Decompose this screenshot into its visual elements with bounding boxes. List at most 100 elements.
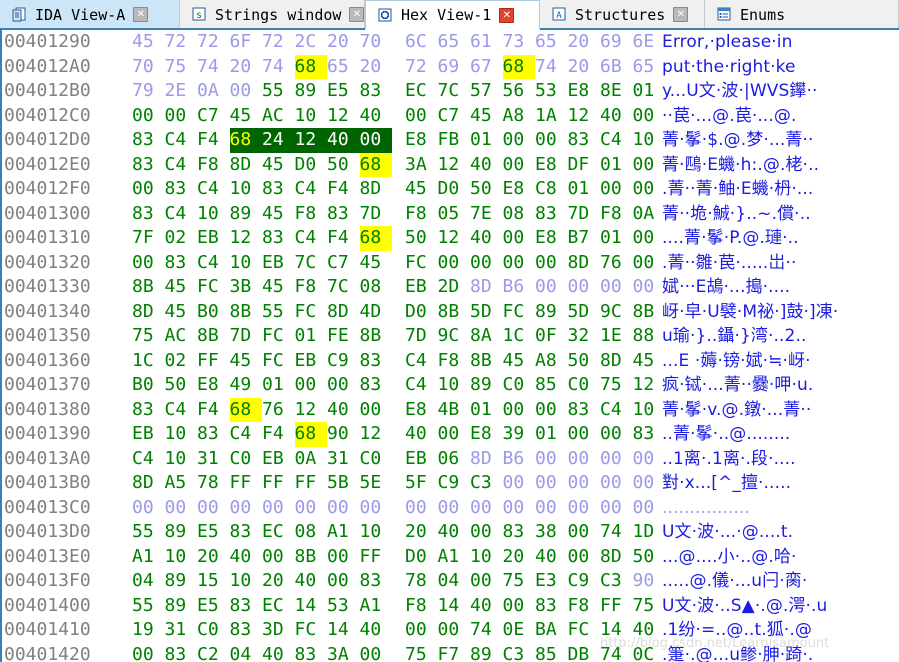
hex-byte[interactable]: 00	[327, 545, 360, 570]
hex-byte[interactable]: 01	[470, 398, 503, 423]
hex-byte[interactable]: C4	[405, 373, 438, 398]
hex-byte[interactable]: E8	[405, 128, 438, 153]
hex-byte[interactable]: D0	[405, 545, 438, 570]
close-icon[interactable]: ✕	[499, 7, 515, 23]
hex-byte[interactable]: 00	[633, 496, 666, 521]
hex-byte[interactable]: 12	[294, 128, 327, 153]
hex-byte[interactable]: 3D	[262, 618, 295, 643]
hex-byte[interactable]: 76	[600, 251, 633, 276]
hex-byte[interactable]: 83	[568, 398, 601, 423]
hex-byte[interactable]: 01	[470, 128, 503, 153]
hex-byte[interactable]: 73	[503, 30, 536, 55]
hex-byte[interactable]: 31	[165, 618, 198, 643]
hex-byte[interactable]: 83	[197, 422, 230, 447]
hex-byte[interactable]: 1D	[633, 520, 666, 545]
hex-byte[interactable]: 00	[405, 496, 438, 521]
hex-byte[interactable]: 14	[438, 594, 471, 619]
hex-byte[interactable]: 8B	[230, 300, 263, 325]
hex-byte[interactable]: 00	[503, 496, 536, 521]
hex-byte[interactable]: 00	[535, 471, 568, 496]
hex-byte[interactable]: C9	[438, 471, 471, 496]
hex-byte[interactable]: 40	[535, 545, 568, 570]
hex-byte[interactable]: 40	[470, 153, 503, 178]
hex-byte[interactable]: AC	[262, 104, 295, 129]
hex-byte[interactable]: 00	[360, 398, 393, 423]
hex-byte[interactable]: 40	[600, 104, 633, 129]
hex-byte[interactable]: 75	[633, 594, 666, 619]
hex-byte[interactable]: EB	[197, 226, 230, 251]
hex-byte[interactable]: 83	[132, 398, 165, 423]
hex-row[interactable]: 00401300 83 C4 10 89 45 F8 83 7D F8 05 7E 08 83 7D F8 0A…	[4, 202, 838, 227]
hex-byte[interactable]: 10	[197, 202, 230, 227]
hex-byte[interactable]: FB	[438, 128, 471, 153]
hex-byte[interactable]: 0A	[295, 447, 328, 472]
hex-byte[interactable]: 00	[535, 251, 568, 276]
hex-byte[interactable]: 8B	[633, 300, 666, 325]
hex-byte[interactable]: 8E	[600, 79, 633, 104]
hex-row[interactable]: 00401400 55 89 E5 83 EC 14 53 A1 F8 14 40 00 83 F8 FF 75…	[4, 594, 838, 619]
hex-byte[interactable]: FC	[405, 251, 438, 276]
hex-byte[interactable]: 20	[197, 545, 230, 570]
hex-byte[interactable]: 3A	[405, 153, 438, 178]
hex-byte[interactable]: 00	[470, 251, 503, 276]
hex-byte[interactable]: 45	[165, 300, 198, 325]
hex-byte[interactable]: 68	[294, 54, 327, 79]
hex-byte[interactable]: 74	[262, 55, 295, 80]
hex-byte[interactable]: F8	[405, 202, 438, 227]
hex-byte[interactable]: FF	[197, 349, 230, 374]
hex-byte[interactable]: C0	[503, 373, 536, 398]
hex-byte[interactable]: 0E	[503, 618, 536, 643]
hex-byte[interactable]: C4	[600, 398, 633, 423]
hex-byte[interactable]: 8B	[360, 324, 393, 349]
hex-byte[interactable]: 50	[633, 545, 666, 570]
hex-byte[interactable]: 85	[535, 373, 568, 398]
hex-byte[interactable]: 40	[405, 422, 438, 447]
hex-byte[interactable]: 65	[535, 30, 568, 55]
hex-byte[interactable]: 89	[165, 594, 198, 619]
hex-byte[interactable]: 00	[503, 251, 536, 276]
hex-byte[interactable]: A8	[535, 349, 568, 374]
hex-byte[interactable]: 78	[197, 471, 230, 496]
hex-byte[interactable]: 83	[360, 373, 393, 398]
hex-byte[interactable]: 83	[262, 177, 295, 202]
hex-byte[interactable]: 53	[535, 79, 568, 104]
hex-byte[interactable]: 76	[262, 398, 295, 423]
hex-byte[interactable]: 56	[503, 79, 536, 104]
hex-byte[interactable]: 7C	[327, 275, 360, 300]
hex-byte[interactable]: DB	[568, 643, 601, 662]
hex-byte[interactable]: 00	[470, 520, 503, 545]
hex-byte[interactable]: 00	[132, 496, 165, 521]
hex-byte[interactable]: FF	[295, 471, 328, 496]
hex-byte[interactable]: EC	[405, 79, 438, 104]
hex-byte[interactable]: 10	[360, 520, 393, 545]
hex-byte[interactable]: FC	[568, 618, 601, 643]
hex-byte[interactable]: 00	[503, 226, 536, 251]
hex-byte[interactable]: 70	[360, 30, 393, 55]
hex-byte[interactable]: 12	[568, 104, 601, 129]
hex-byte[interactable]: 00	[600, 177, 633, 202]
hex-byte[interactable]: 12	[327, 104, 360, 129]
hex-byte[interactable]: BA	[535, 618, 568, 643]
hex-byte[interactable]: FC	[503, 300, 536, 325]
hex-byte[interactable]: 40	[327, 128, 360, 153]
hex-byte[interactable]: A1	[327, 520, 360, 545]
hex-row[interactable]: 004013A0 C4 10 31 C0 EB 0A 31 C0 EB 06 8D B6 00 00 00 00…	[4, 447, 838, 472]
hex-byte[interactable]: 83	[132, 128, 165, 153]
hex-byte[interactable]: E5	[327, 79, 360, 104]
hex-byte[interactable]: 3B	[230, 275, 263, 300]
hex-byte[interactable]: 20	[360, 55, 393, 80]
hex-byte[interactable]: C4	[295, 177, 328, 202]
hex-byte[interactable]: E8	[503, 177, 536, 202]
hex-byte[interactable]: 8B	[132, 275, 165, 300]
hex-byte[interactable]: 83	[165, 643, 198, 662]
hex-byte[interactable]: 55	[262, 79, 295, 104]
hex-byte[interactable]: 83	[132, 153, 165, 178]
hex-byte[interactable]: 68	[359, 226, 392, 251]
hex-byte[interactable]: 04	[438, 569, 471, 594]
hex-byte[interactable]: 00	[359, 128, 392, 153]
hex-byte[interactable]: C3	[470, 471, 503, 496]
hex-byte[interactable]: 00	[535, 447, 568, 472]
hex-byte[interactable]: 40	[230, 545, 263, 570]
hex-byte[interactable]: 1E	[600, 324, 633, 349]
hex-byte[interactable]: 20	[568, 30, 601, 55]
